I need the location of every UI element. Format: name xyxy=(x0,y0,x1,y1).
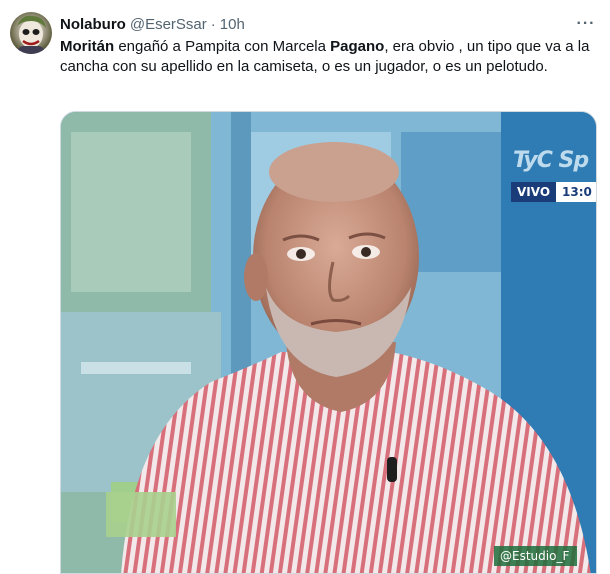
more-horizontal-icon[interactable]: ··· xyxy=(574,13,598,35)
tweet[interactable]: Nolaburo @EserSsar · 10h ··· Moritán eng… xyxy=(0,0,610,574)
tweet-text: Moritán engañó a Pampita con Marcela Pag… xyxy=(60,37,600,77)
tweet-header: Nolaburo @EserSsar · 10h xyxy=(60,13,245,35)
avatar[interactable] xyxy=(10,12,52,54)
avatar-image xyxy=(16,15,46,54)
broadcast-clock: 13:0 xyxy=(556,182,596,202)
text-segment: Moritán xyxy=(60,38,115,55)
text-segment: Pagano xyxy=(330,38,385,55)
tweet-media-image[interactable]: TyC Sp VIVO 13:0 @Estudio_F xyxy=(60,111,597,574)
display-name[interactable]: Nolaburo xyxy=(60,16,126,33)
channel-logo: TyC Sp xyxy=(513,148,589,173)
social-handle-tag: @Estudio_F xyxy=(494,546,578,566)
text-segment: engañó a Pampita con Marcela xyxy=(114,38,331,55)
separator-dot: · xyxy=(210,15,216,33)
live-label: VIVO xyxy=(511,182,557,202)
user-handle[interactable]: @EserSsar xyxy=(130,16,207,33)
live-indicator: VIVO 13:0 xyxy=(511,182,596,202)
timestamp[interactable]: 10h xyxy=(220,16,245,33)
